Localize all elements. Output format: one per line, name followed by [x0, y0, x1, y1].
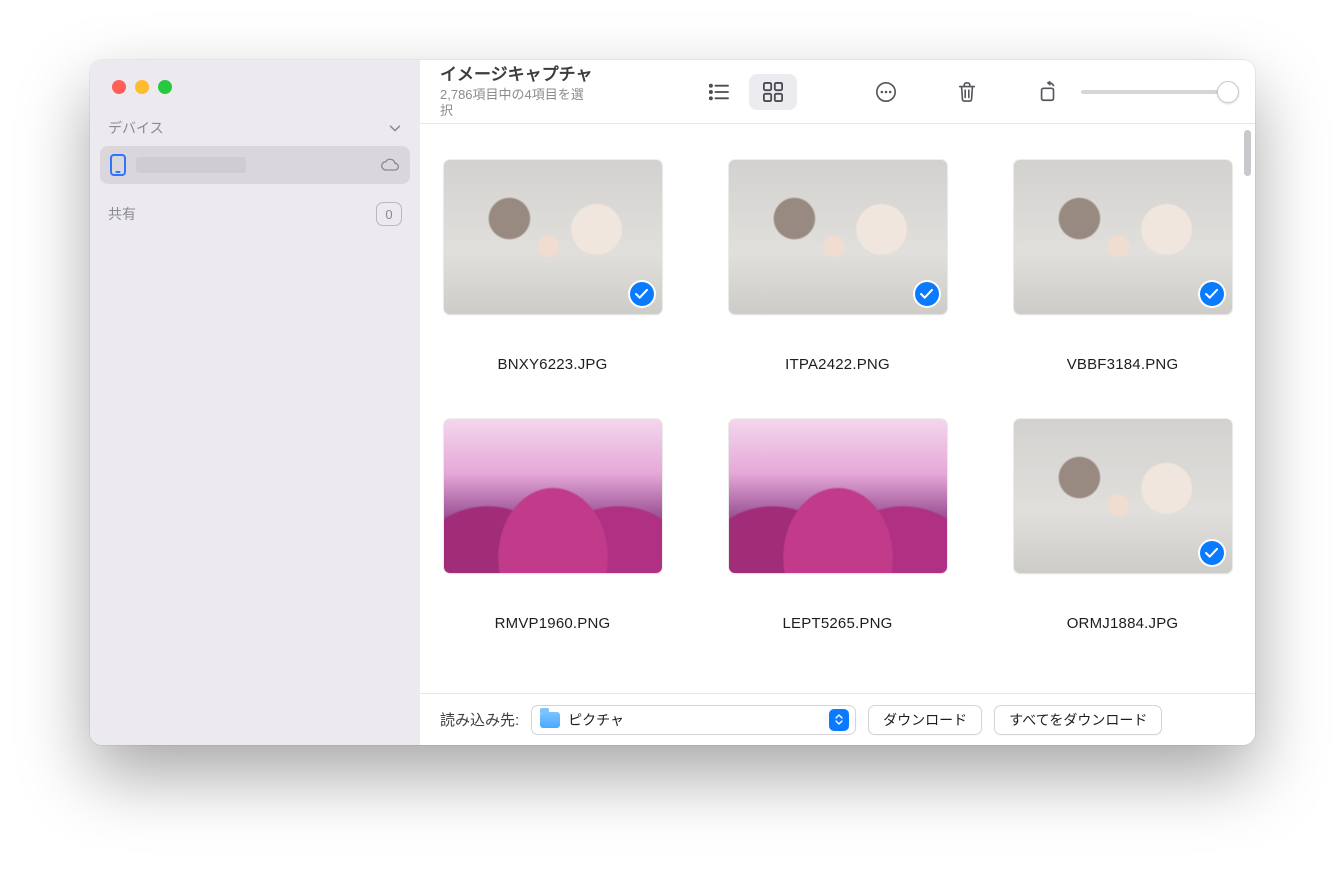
- slider-track: [1081, 90, 1239, 94]
- selected-checkmark-icon: [915, 282, 939, 306]
- thumbnail-image[interactable]: [444, 160, 662, 314]
- thumbnail-cell[interactable]: BNXY6223.JPG: [436, 160, 669, 373]
- list-view-button[interactable]: [695, 74, 743, 110]
- view-mode-segment: [695, 74, 797, 110]
- thumbnail-filename: BNXY6223.JPG: [498, 356, 608, 373]
- trash-icon: [957, 81, 977, 103]
- sidebar-section-label: 共有: [108, 204, 136, 224]
- minimize-window-button[interactable]: [135, 80, 149, 94]
- scrollbar-thumb[interactable]: [1244, 130, 1251, 176]
- title-block: イメージキャプチャ 2,786項目中の4項目を選択: [440, 65, 595, 119]
- import-destination-label: 読み込み先:: [440, 709, 519, 730]
- import-destination-value: ピクチャ: [568, 710, 624, 730]
- download-all-button[interactable]: すべてをダウンロード: [994, 705, 1162, 735]
- iphone-icon: [110, 154, 126, 176]
- device-name-redacted: [136, 157, 246, 173]
- selected-checkmark-icon: [1200, 541, 1224, 565]
- bottom-bar: 読み込み先: ピクチャ ダウンロード すべてをダウンロード: [420, 693, 1255, 745]
- window-controls: [90, 60, 420, 110]
- shared-count-badge: 0: [376, 202, 402, 226]
- thumbnail-filename: RMVP1960.PNG: [495, 615, 611, 632]
- thumbnail-cell[interactable]: ITPA2422.PNG: [721, 160, 954, 373]
- rotate-button[interactable]: [1025, 74, 1070, 110]
- sidebar-section-label: デバイス: [108, 118, 164, 138]
- app-window: デバイス 共有 0 イメージキャプチャ 2,786項目中の4項目を選択: [90, 60, 1255, 745]
- main-panel: イメージキャプチャ 2,786項目中の4項目を選択: [420, 60, 1255, 745]
- slider-thumb[interactable]: [1217, 81, 1239, 103]
- zoom-window-button[interactable]: [158, 80, 172, 94]
- list-icon: [708, 83, 730, 101]
- folder-icon: [540, 712, 560, 728]
- grid-view-button[interactable]: [749, 74, 797, 110]
- selected-checkmark-icon: [630, 282, 654, 306]
- thumbnail-grid-scroll[interactable]: BNXY6223.JPG ITPA2422.PNG VBBF3184.PNG RMVP…: [420, 124, 1255, 693]
- thumbnail-image[interactable]: [444, 419, 662, 573]
- thumbnail-size-slider[interactable]: [1081, 80, 1239, 104]
- grid-icon: [763, 82, 783, 102]
- thumbnail-filename: ORMJ1884.JPG: [1067, 615, 1179, 632]
- thumbnail-cell[interactable]: LEPT5265.PNG: [721, 419, 954, 632]
- thumbnail-image[interactable]: [729, 160, 947, 314]
- rotate-ccw-icon: [1037, 81, 1059, 103]
- thumbnail-image[interactable]: [1014, 419, 1232, 573]
- selection-status: 2,786項目中の4項目を選択: [440, 87, 595, 118]
- thumbnail-cell[interactable]: RMVP1960.PNG: [436, 419, 669, 632]
- import-destination-select[interactable]: ピクチャ: [531, 705, 856, 735]
- cloud-icon: [380, 158, 400, 172]
- thumbnail-filename: ITPA2422.PNG: [785, 356, 890, 373]
- sidebar-section-shared[interactable]: 共有 0: [90, 186, 420, 242]
- thumbnail-image[interactable]: [1014, 160, 1232, 314]
- download-button[interactable]: ダウンロード: [868, 705, 982, 735]
- thumbnail-image[interactable]: [729, 419, 947, 573]
- selected-checkmark-icon: [1200, 282, 1224, 306]
- ellipsis-circle-icon: [875, 81, 897, 103]
- app-title: イメージキャプチャ: [440, 65, 595, 85]
- sidebar-section-devices[interactable]: デバイス: [90, 110, 420, 144]
- select-stepper-icon: [829, 709, 849, 731]
- thumbnail-cell[interactable]: ORMJ1884.JPG: [1006, 419, 1239, 632]
- thumbnail-cell[interactable]: VBBF3184.PNG: [1006, 160, 1239, 373]
- more-actions-button[interactable]: [863, 74, 908, 110]
- close-window-button[interactable]: [112, 80, 126, 94]
- chevron-down-icon: [388, 121, 402, 135]
- toolbar: イメージキャプチャ 2,786項目中の4項目を選択: [420, 60, 1255, 124]
- thumbnail-grid: BNXY6223.JPG ITPA2422.PNG VBBF3184.PNG RMVP…: [436, 160, 1239, 632]
- delete-button[interactable]: [944, 74, 989, 110]
- thumbnail-filename: LEPT5265.PNG: [783, 615, 893, 632]
- thumbnail-filename: VBBF3184.PNG: [1067, 356, 1179, 373]
- sidebar: デバイス 共有 0: [90, 60, 420, 745]
- sidebar-item-device[interactable]: [100, 146, 410, 184]
